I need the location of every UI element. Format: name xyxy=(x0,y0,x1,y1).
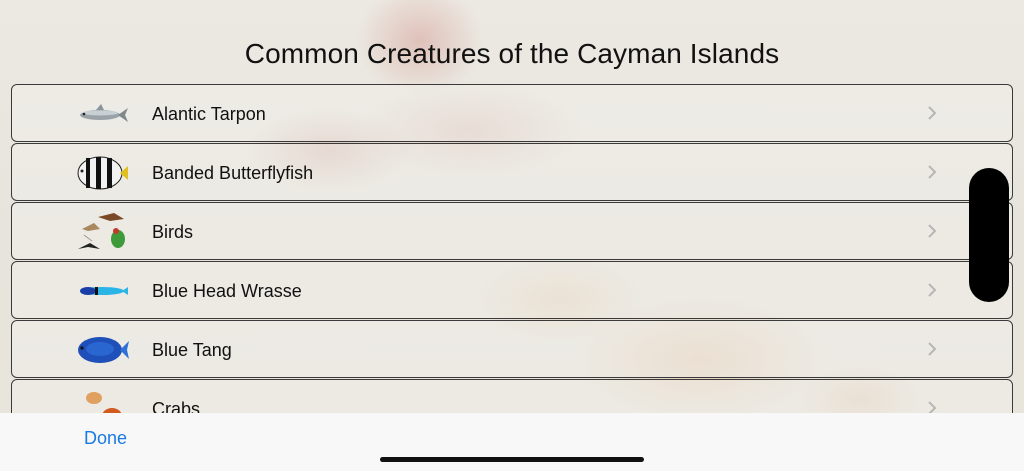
chevron-right-icon xyxy=(928,342,937,356)
scrollbar-thumb[interactable] xyxy=(969,168,1009,302)
list-item[interactable]: Birds xyxy=(11,202,1013,260)
done-button[interactable]: Done xyxy=(84,428,127,449)
list-item[interactable]: Blue Head Wrasse xyxy=(11,261,1013,319)
wrasse-fish-icon xyxy=(80,287,128,295)
bottom-toolbar: Done xyxy=(0,413,1024,471)
page-title: Common Creatures of the Cayman Islands xyxy=(244,38,780,69)
list-item-label: Banded Butterflyfish xyxy=(152,163,314,183)
list-item[interactable]: Banded Butterflyfish xyxy=(11,143,1013,201)
birds-icon xyxy=(78,213,125,249)
chevron-right-icon xyxy=(928,224,937,238)
blue-tang-icon xyxy=(78,337,129,363)
list-item-label: Crabs xyxy=(152,399,201,413)
list-item-label: Blue Tang xyxy=(152,340,232,360)
chevron-right-icon xyxy=(928,106,937,120)
list-item[interactable]: Alantic Tarpon xyxy=(11,84,1013,142)
chevron-right-icon xyxy=(928,283,937,297)
tarpon-fish-icon xyxy=(80,104,128,122)
list-item-label: Blue Head Wrasse xyxy=(152,281,302,301)
creature-list[interactable]: Alantic Tarpon Banded Butterflyfish Bird xyxy=(11,84,1013,413)
chevron-right-icon xyxy=(928,165,937,179)
butterflyfish-icon xyxy=(77,156,128,190)
crabs-icon xyxy=(86,392,122,413)
chevron-right-icon xyxy=(928,401,937,413)
list-item-label: Birds xyxy=(152,222,194,242)
list-item-label: Alantic Tarpon xyxy=(152,104,266,124)
home-indicator[interactable] xyxy=(380,457,644,462)
list-item[interactable]: Blue Tang xyxy=(11,320,1013,378)
list-item[interactable]: Crabs xyxy=(11,379,1013,413)
